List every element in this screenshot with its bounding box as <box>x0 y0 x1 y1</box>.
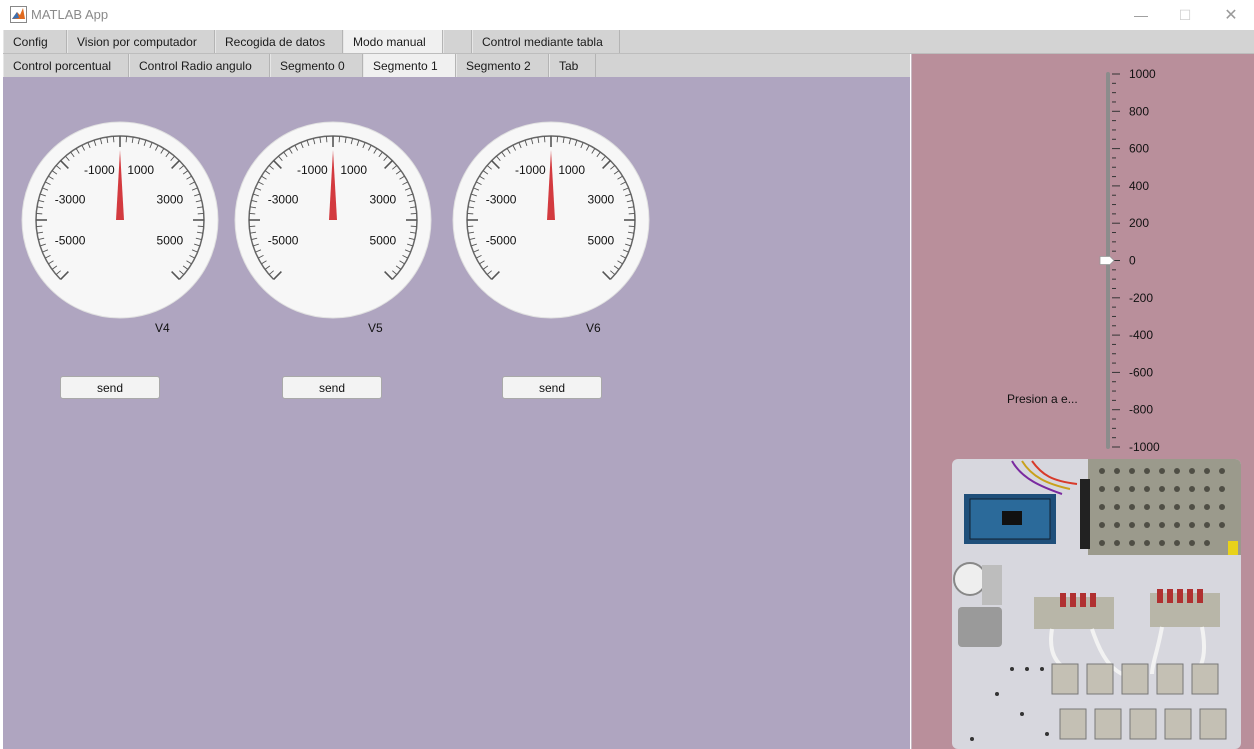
sub-tab-bar: Control porcentual Control Radio angulo … <box>3 54 910 78</box>
send-button-v4[interactable]: send <box>60 376 160 399</box>
gauge-tick-label: -1000 <box>515 163 546 177</box>
gauge-tick-label: 5000 <box>370 234 397 248</box>
gauge-v4: -5000 -3000 -1000 1000 3000 5000 <box>21 121 219 319</box>
gauge-tick-label: -1000 <box>84 163 115 177</box>
tab-blank[interactable] <box>443 30 472 53</box>
minimize-button[interactable]: — <box>1118 0 1164 30</box>
tab-vision[interactable]: Vision por computador <box>67 30 215 53</box>
slider-tick-label: -400 <box>1129 328 1153 342</box>
pressure-slider[interactable]: 1000 800 600 400 200 0 -200 -400 -600 -800 -1000 <box>912 54 1254 464</box>
gauge-tick-label: -3000 <box>486 192 517 206</box>
minimize-icon: — <box>1134 7 1148 23</box>
tab-control-tabla[interactable]: Control mediante tabla <box>472 30 620 53</box>
gauge-label-v6: V6 <box>586 321 601 335</box>
gauge-tick-label: -3000 <box>268 192 299 206</box>
board-image-icon <box>952 459 1241 749</box>
close-icon: ✕ <box>1224 7 1238 24</box>
tab-segmento-0[interactable]: Segmento 0 <box>270 54 363 77</box>
gauge-v6: -5000 -3000 -1000 1000 3000 5000 <box>452 121 650 319</box>
gauge-tick-label: -1000 <box>297 163 328 177</box>
gauge-tick-label: -5000 <box>55 234 86 248</box>
gauge-tick-label: 1000 <box>340 163 367 177</box>
maximize-button[interactable]: ☐ <box>1162 0 1208 30</box>
tab-control-radio-angulo[interactable]: Control Radio angulo <box>129 54 270 77</box>
pressure-panel: 1000 800 600 400 200 0 -200 -400 -600 -800 -1000 P… <box>911 54 1254 749</box>
slider-tick-label: -200 <box>1129 291 1153 305</box>
slider-tick-label: -600 <box>1129 365 1153 379</box>
gauge-label-v5: V5 <box>368 321 383 335</box>
segment-panel: -5000 -3000 -1000 1000 3000 5000 V4 send -5000 -3… <box>3 77 910 749</box>
gauge-tick-label: 3000 <box>157 192 184 206</box>
slider-label: Presion a e... <box>1007 392 1078 406</box>
gauge-tick-label: 1000 <box>558 163 585 177</box>
tab-modo-manual[interactable]: Modo manual <box>343 30 443 53</box>
maximize-icon: ☐ <box>1178 6 1192 23</box>
matlab-icon <box>10 6 27 23</box>
gauge-tick-label: 3000 <box>370 192 397 206</box>
slider-tick-label: 800 <box>1129 104 1149 118</box>
slider-tick-label: -800 <box>1129 403 1153 417</box>
gauge-v5: -5000 -3000 -1000 1000 3000 5000 <box>234 121 432 319</box>
gauge-tick-label: -5000 <box>486 234 517 248</box>
gauge-tick-label: -5000 <box>268 234 299 248</box>
slider-tick-label: 600 <box>1129 142 1149 156</box>
slider-thumb[interactable] <box>1099 256 1115 265</box>
tab-segmento-2[interactable]: Segmento 2 <box>456 54 549 77</box>
tab-recogida[interactable]: Recogida de datos <box>215 30 343 53</box>
tab-segmento-1[interactable]: Segmento 1 <box>363 54 456 77</box>
title-bar: MATLAB App — ☐ ✕ <box>0 0 1254 30</box>
tab-control-porcentual[interactable]: Control porcentual <box>3 54 129 77</box>
slider-tick-label: 1000 <box>1129 67 1156 81</box>
app-window: MATLAB App — ☐ ✕ Config Vision por compu… <box>0 0 1254 749</box>
send-button-v5[interactable]: send <box>282 376 382 399</box>
tab-config[interactable]: Config <box>3 30 67 53</box>
slider-tick-label: 400 <box>1129 179 1149 193</box>
gauge-tick-label: 5000 <box>588 234 615 248</box>
slider-tick-label: -1000 <box>1129 440 1160 454</box>
gauge-tick-label: 1000 <box>127 163 154 177</box>
slider-tick-label: 200 <box>1129 216 1149 230</box>
gauge-tick-label: 3000 <box>588 192 615 206</box>
window-title: MATLAB App <box>31 7 109 22</box>
send-button-v6[interactable]: send <box>502 376 602 399</box>
gauge-label-v4: V4 <box>155 321 170 335</box>
close-button[interactable]: ✕ <box>1208 0 1254 30</box>
pneumatic-board-photo <box>952 459 1241 749</box>
gauge-tick-label: -3000 <box>55 192 86 206</box>
gauge-tick-label: 5000 <box>157 234 184 248</box>
main-tab-bar: Config Vision por computador Recogida de… <box>3 30 1254 54</box>
slider-tick-label: 0 <box>1129 254 1136 268</box>
tab-tab[interactable]: Tab <box>549 54 596 77</box>
